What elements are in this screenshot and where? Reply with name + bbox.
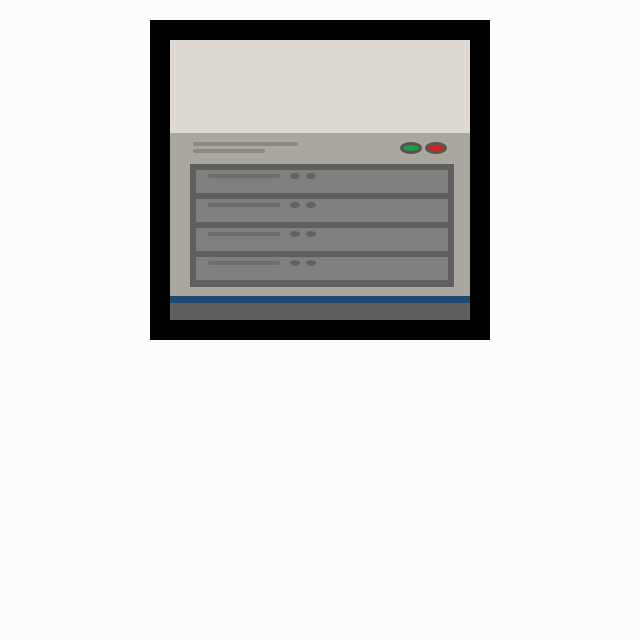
- drive-bay-1[interactable]: [196, 170, 448, 193]
- drive-bay-led-icon: [306, 260, 316, 266]
- drive-bay-led-icon: [306, 231, 316, 237]
- drive-bay-led-icon: [306, 173, 316, 179]
- drive-bay-led-icon: [290, 173, 300, 179]
- status-red-light: [425, 142, 447, 154]
- screen: [170, 40, 470, 320]
- drive-rack: [190, 164, 454, 287]
- drive-bay-led-icon: [306, 202, 316, 208]
- drive-bay-2[interactable]: [196, 199, 448, 222]
- device-frame: [150, 20, 490, 340]
- panel-subtitle-placeholder: [193, 149, 265, 153]
- taskbar-accent-strip: [170, 296, 470, 303]
- drive-bay-label-placeholder: [208, 174, 280, 178]
- drive-bay-led-icon: [290, 202, 300, 208]
- panel-title-placeholder: [193, 142, 298, 146]
- server-panel: [170, 133, 470, 296]
- status-green-light: [400, 142, 422, 154]
- top-pane: [170, 40, 470, 133]
- drive-bay-led-icon: [290, 231, 300, 237]
- drive-bay-4[interactable]: [196, 257, 448, 280]
- drive-bay-label-placeholder: [208, 232, 280, 236]
- drive-bay-led-icon: [290, 260, 300, 266]
- drive-bay-label-placeholder: [208, 261, 280, 265]
- drive-bay-3[interactable]: [196, 228, 448, 251]
- drive-bay-label-placeholder: [208, 203, 280, 207]
- taskbar: [170, 303, 470, 320]
